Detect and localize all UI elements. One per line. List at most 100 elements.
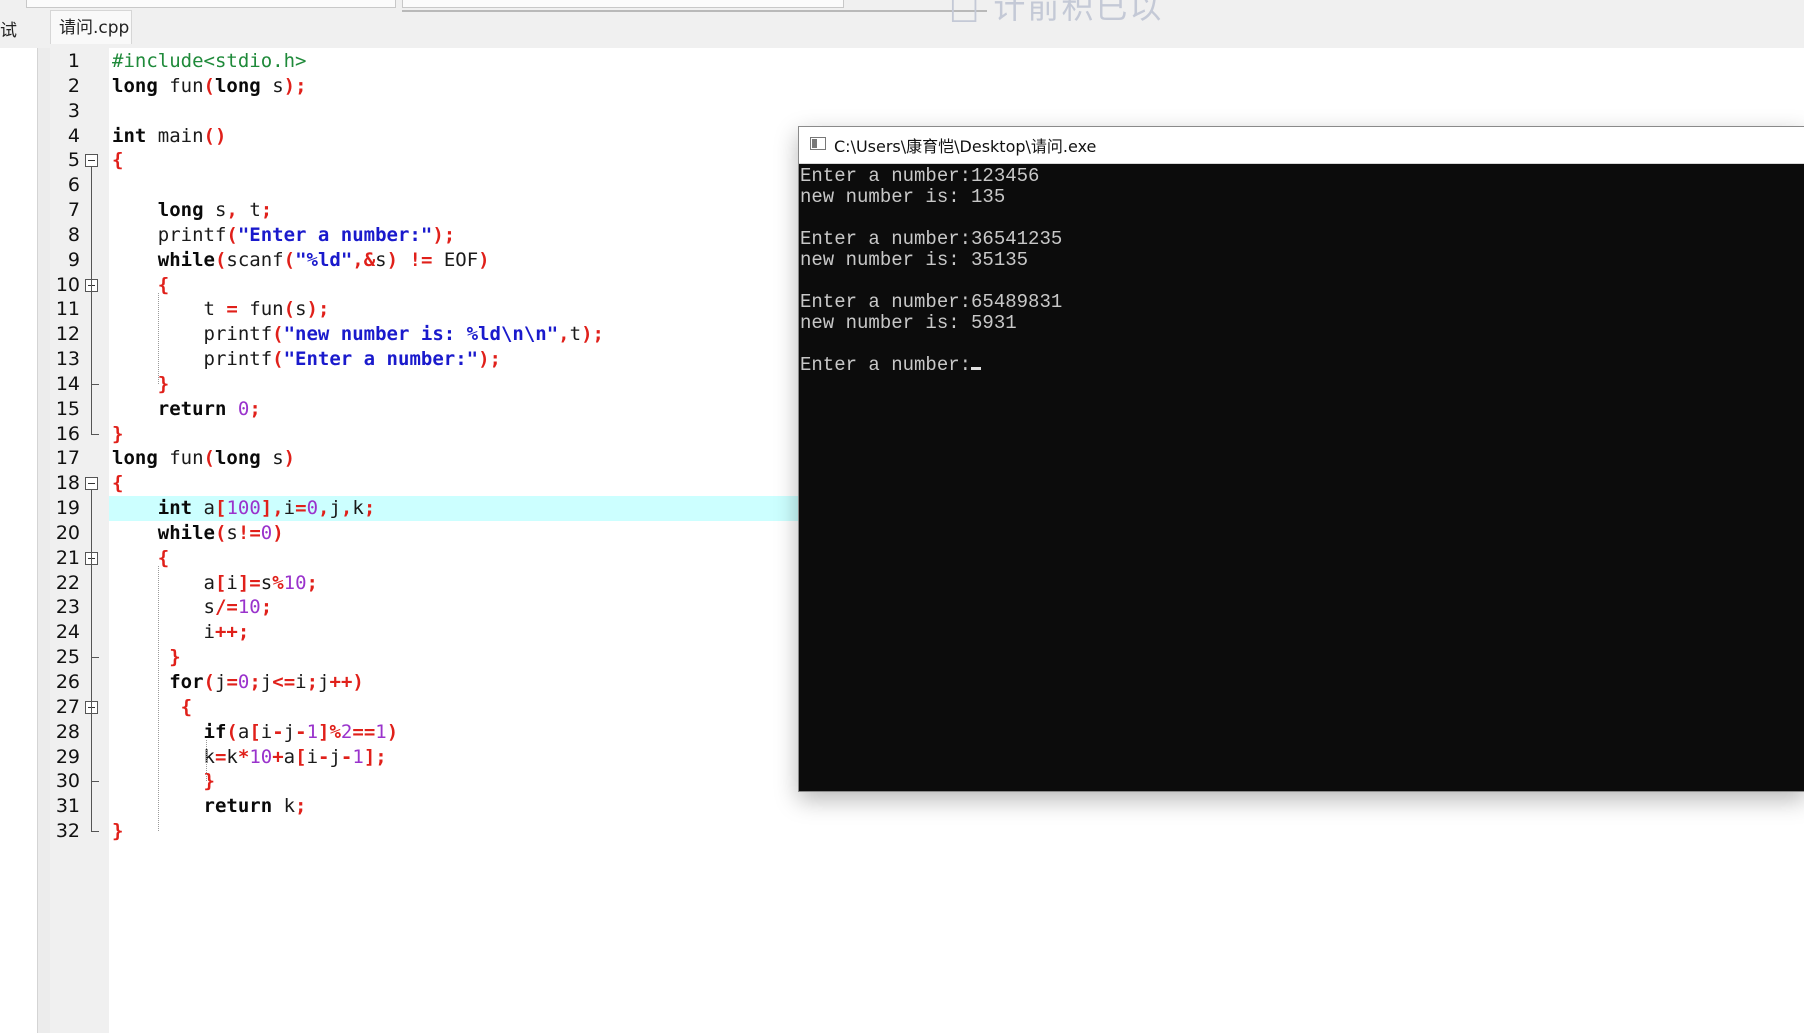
- console-window[interactable]: C:\Users\康育恺\Desktop\请问.exe Enter a numb…: [798, 126, 1804, 792]
- toolbar-field[interactable]: [26, 0, 396, 8]
- code-text: k=k*10+a[i-j-1];: [112, 745, 387, 770]
- code-token: {: [157, 546, 170, 569]
- fold-range-line: [91, 167, 92, 434]
- code-text: {: [112, 546, 169, 571]
- code-token: ;: [260, 199, 273, 222]
- line-number-cell: 26: [50, 670, 109, 695]
- fold-end-marker: [91, 433, 99, 435]
- code-text: int a[100],i=0,j,k;: [112, 496, 376, 521]
- code-token: return: [203, 795, 273, 818]
- code-token: ;: [249, 671, 261, 693]
- code-token: s: [375, 248, 387, 271]
- code-token: a: [237, 720, 250, 743]
- code-token: a: [112, 571, 215, 594]
- code-token: long: [112, 74, 158, 97]
- code-token: ]=: [237, 571, 261, 594]
- line-number: 10: [55, 273, 80, 296]
- line-number-cell: 32: [50, 819, 109, 844]
- code-text: i++;: [112, 620, 250, 645]
- code-token: 0: [306, 497, 319, 520]
- code-token: [: [214, 497, 227, 520]
- code-text: {: [112, 695, 192, 720]
- code-token: ;: [306, 571, 318, 594]
- code-token: ],: [260, 497, 284, 520]
- code-token: j: [283, 720, 296, 743]
- top-toolbar: ⌒□ 计前积已以 试 请问.cpp: [0, 0, 1804, 48]
- code-token: 0: [260, 521, 273, 544]
- code-token: );: [283, 74, 307, 97]
- code-text: t = fun(s);: [112, 297, 330, 322]
- toolbar-field[interactable]: [402, 0, 844, 8]
- code-line[interactable]: 3: [50, 99, 1804, 124]
- line-number: 21: [55, 546, 80, 569]
- line-number: 23: [55, 596, 80, 619]
- line-number-cell: 15: [50, 397, 109, 422]
- code-token: ): [386, 720, 399, 743]
- code-token: "new number is: %ld\n\n": [283, 323, 559, 346]
- code-token: ==: [352, 720, 376, 743]
- line-number-cell: 20: [50, 521, 109, 546]
- console-line: Enter a number:36541235: [800, 228, 1063, 250]
- code-token: i: [283, 497, 296, 520]
- line-number-cell: 16: [50, 422, 109, 447]
- console-output[interactable]: Enter a number:123456 new number is: 135 …: [800, 164, 1804, 791]
- line-number-cell: 29: [50, 745, 109, 770]
- line-number-cell: 6: [50, 173, 109, 198]
- code-token: long: [214, 74, 261, 97]
- code-line[interactable]: 2 long fun(long s);: [50, 74, 1804, 99]
- fold-collapse-icon[interactable]: [85, 477, 98, 491]
- code-token: fun: [157, 447, 204, 470]
- line-number-cell: 18: [50, 471, 109, 496]
- console-titlebar[interactable]: C:\Users\康育恺\Desktop\请问.exe: [799, 127, 1804, 164]
- code-token: ;: [306, 671, 319, 693]
- fold-end-marker: [91, 781, 99, 783]
- code-text: long fun(long s);: [112, 74, 307, 99]
- code-token: =: [214, 745, 227, 768]
- code-token: 1: [375, 720, 387, 743]
- code-text: if(a[i-j-1]%2==1): [112, 720, 399, 745]
- code-token: ,: [318, 497, 330, 520]
- tab-file[interactable]: 请问.cpp: [50, 10, 132, 44]
- code-token: ]%: [318, 720, 341, 743]
- code-line[interactable]: 32}: [50, 819, 1804, 844]
- code-token: ,: [226, 199, 238, 222]
- code-token: int: [112, 124, 147, 147]
- line-number-cell: 19: [50, 496, 109, 522]
- code-token: (: [203, 447, 215, 470]
- code-token: }: [157, 372, 170, 395]
- indent-guide: [158, 292, 159, 384]
- fold-collapse-icon[interactable]: [85, 154, 98, 168]
- code-token: ;: [363, 497, 376, 520]
- code-token: }: [112, 820, 124, 843]
- code-text: }: [112, 645, 180, 670]
- code-token: "Enter a number:": [283, 348, 479, 371]
- code-token: (: [226, 223, 238, 246]
- line-number-cell: 5: [50, 148, 109, 173]
- line-number-cell: 25: [50, 645, 109, 670]
- code-token: *: [237, 745, 250, 768]
- code-token: j: [318, 671, 330, 693]
- code-token: k: [272, 795, 296, 818]
- code-token: #include<stdio.h>: [112, 50, 307, 72]
- code-token: j: [260, 671, 273, 693]
- line-number-cell: 10: [50, 273, 109, 298]
- side-panel-splitter[interactable]: [38, 48, 50, 1033]
- code-token: i: [112, 621, 215, 644]
- code-token: s: [295, 298, 307, 321]
- tab-left-partial[interactable]: 试: [0, 16, 17, 41]
- code-token: {: [112, 149, 124, 172]
- line-number-cell: 14: [50, 372, 109, 397]
- code-token: (: [214, 521, 227, 544]
- code-line[interactable]: 1 #include<stdio.h>: [50, 49, 1804, 74]
- code-token: fun: [237, 298, 284, 321]
- code-token: [: [295, 745, 307, 768]
- code-token: 100: [226, 497, 261, 520]
- line-number: 31: [55, 795, 80, 818]
- divider: [402, 10, 987, 12]
- code-line[interactable]: 31 return k;: [50, 794, 1804, 819]
